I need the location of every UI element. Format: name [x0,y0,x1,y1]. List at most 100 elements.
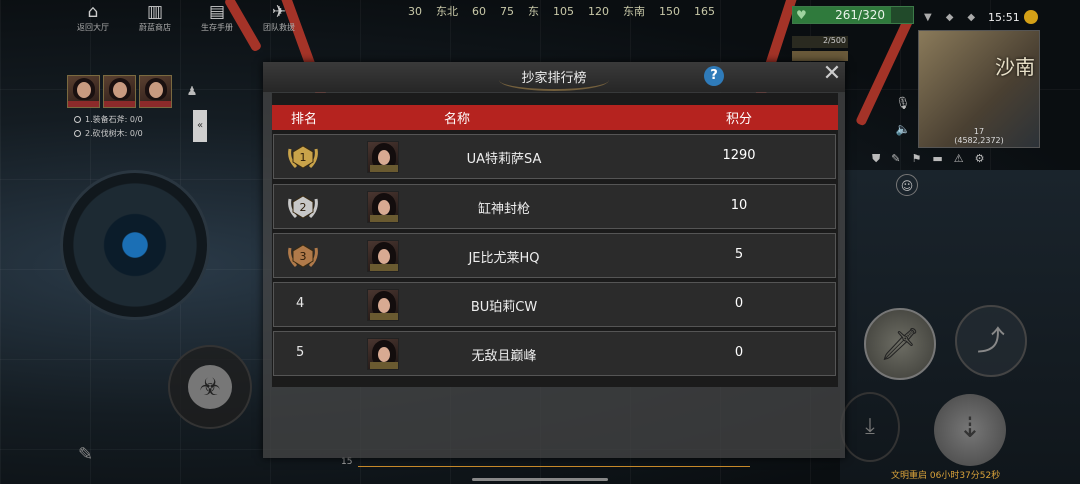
quest-item: 1.装备石斧: 0/0 [74,113,143,127]
compass-mark: 105 [553,4,574,18]
player-name: 缸神封枪 [477,202,530,217]
coin-icon[interactable] [1024,10,1038,24]
joystick[interactable]: ☣ [168,345,252,429]
compass-mark: 东南 [623,5,645,18]
lobby-button[interactable]: ⌂ 返回大厅 [70,2,116,33]
shop-icon: ▥ [146,2,164,22]
home-icon: ⌂ [87,2,99,22]
rescue-icon: ✈ [271,2,287,22]
close-button[interactable]: ✕ [821,63,843,86]
attack-button[interactable]: 🗡 [864,308,936,380]
invite-icon[interactable]: ♟ [181,80,203,102]
party-members [67,75,172,108]
prone-button[interactable]: ⤓ [840,392,900,462]
minimap[interactable]: 沙南 17 (4582,2372) [918,30,1040,148]
biohazard-icon: ☣ [188,365,232,409]
rank-number: 1 [300,151,307,164]
blue-hatch [60,170,210,320]
table-header: 排名 名称 积分 [272,105,838,130]
leaderboard-modal: 抄家排行榜 ? ✕ 排名 名称 积分 1 UA特莉萨SA 1290 2 缸神封枪 1 0 3 J… [263,62,845,458]
right-toolbar[interactable]: ⛊✎⚑▬⚠⚙ [872,152,995,166]
health-value: 261/320 [835,8,885,22]
player-name: JE比尤莱HQ [468,251,540,266]
help-button[interactable]: ? [704,66,724,86]
prone-icon: ⤓ [865,414,875,439]
quest-list: 1.装备石斧: 0/0 2.砍伐树木: 0/0 [74,113,143,141]
top-menu: ⌂ 返回大厅 ▥ 蔚蓝商店 ▤ 生存手册 ✈ 团队救援 [70,2,302,33]
rank-number: 5 [296,345,305,360]
player-score: 5 [734,247,744,262]
health-bar: ♥ 261/320 [792,6,914,24]
table-row[interactable]: 4 BU珀莉CW 0 [273,282,836,327]
home-indicator[interactable] [472,478,608,481]
party-avatar[interactable] [67,75,100,108]
bottom-scale-line [358,466,750,467]
player-score: 1290 [722,148,756,163]
rank-medal-icon: 1 [288,145,318,169]
compass-mark: 75 [500,4,514,18]
microphone-icon[interactable]: 🎙 [892,92,914,114]
minimap-coords-line1: 17 [973,127,985,136]
compass-mark: 150 [659,4,680,18]
crouch-icon: ⇣ [958,411,982,444]
quest-checkbox [74,116,81,123]
table-row[interactable]: 5 无敌且巅峰 0 [273,331,836,376]
knife-icon: 🗡 [879,325,921,363]
quest-item: 2.砍伐树木: 0/0 [74,127,143,141]
heart-icon: ♥ [796,8,807,22]
handbook-button[interactable]: ▤ 生存手册 [194,2,240,33]
crouch-button[interactable]: ⇣ [934,394,1006,466]
player-avatar[interactable] [367,289,399,321]
header-score: 积分 [726,112,753,127]
table-row[interactable]: 3 JE比尤莱HQ 5 [273,233,836,278]
player-avatar[interactable] [367,141,399,173]
quest-text: 1.装备石斧: 0/0 [85,115,143,124]
shop-label: 蔚蓝商店 [139,23,171,32]
minimap-coords: 17 (4582,2372) [919,127,1039,145]
player-avatar[interactable] [367,191,399,223]
bottom-scale-label: 15 [341,457,353,467]
compass-mark: 30 [408,4,422,18]
table-row[interactable]: 2 缸神封枪 10 [273,184,836,229]
rank-number: 2 [300,201,307,214]
modal-title: 抄家排行榜 [521,71,587,86]
minimap-coords-line2: (4582,2372) [954,136,1004,145]
player-name: UA特莉萨SA [466,152,542,167]
jump-button[interactable]: ⤴ [955,305,1027,377]
party-avatar[interactable] [139,75,172,108]
party-avatar[interactable] [103,75,136,108]
compass-mark: 120 [588,4,609,18]
status-icons: ▼◆◆ [924,12,990,23]
speaker-icon[interactable]: 🔈 [892,118,914,140]
table-row[interactable]: 1 UA特莉萨SA 1290 [273,134,836,179]
compass-mark: 60 [472,4,486,18]
player-avatar[interactable] [367,338,399,370]
emote-icon[interactable]: ☺ [896,174,918,196]
header-name: 名称 [444,112,471,127]
jump-icon: ⤴ [976,324,1005,357]
player-name: 无敌且巅峰 [471,349,537,364]
compass-mark: 165 [694,4,715,18]
stamina-bar: 2/500 [792,36,848,48]
compass-mark: 东北 [436,5,458,18]
quest-text: 2.砍伐树木: 0/0 [85,129,143,138]
book-icon: ▤ [208,2,226,22]
modal-titlebar: 抄家排行榜 ? ✕ [263,62,845,92]
rescue-label: 团队救援 [263,23,295,32]
rank-number: 4 [296,296,305,311]
player-avatar[interactable] [367,240,399,272]
player-score: 0 [734,345,744,360]
chat-icon[interactable]: ✎ [78,444,93,465]
lobby-label: 返回大厅 [77,23,109,32]
rank-medal-icon: 2 [288,195,318,219]
reset-timer: 文明重启 06小时37分52秒 [891,471,1001,481]
clock: 15:51 [988,11,1020,24]
rescue-button[interactable]: ✈ 团队救援 [256,2,302,33]
shop-button[interactable]: ▥ 蔚蓝商店 [132,2,178,33]
compass: 30 东北 60 75 东 105 120 东南 150 165 [408,0,715,22]
water-bar [792,51,848,61]
collapse-button[interactable]: « [193,110,207,142]
header-rank: 排名 [291,112,318,127]
player-name: BU珀莉CW [470,300,538,315]
rank-number: 3 [300,250,307,263]
